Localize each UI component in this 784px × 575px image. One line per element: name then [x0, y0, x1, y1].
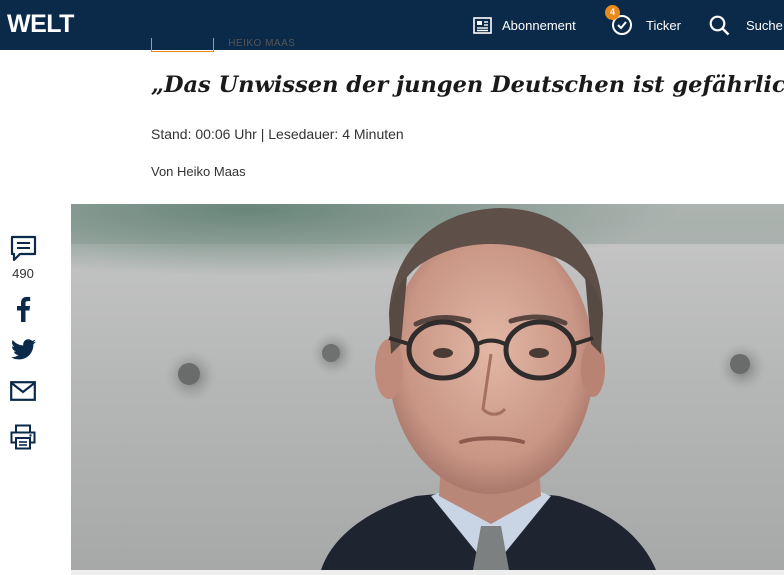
nav-search[interactable]: Suche: [709, 0, 783, 50]
clock-icon: 4: [605, 5, 633, 36]
photo-caption-bar: [71, 570, 784, 575]
article-photo: [71, 204, 784, 570]
category-kicker[interactable]: MEINUNG: [151, 38, 214, 52]
share-facebook-button[interactable]: [8, 296, 38, 327]
article-headline: „Das Unwissen der jungen Deutschen ist g…: [151, 72, 784, 98]
share-email-button[interactable]: [8, 381, 38, 406]
twitter-icon: [10, 339, 36, 365]
email-icon: [10, 381, 36, 406]
comments-button[interactable]: [8, 235, 38, 267]
kicker-row: MEINUNG HEIKO MAAS: [151, 38, 451, 56]
article-timestamp: Stand: 00:06 Uhr | Lesedauer: 4 Minuten: [151, 126, 404, 142]
print-button[interactable]: [8, 424, 38, 455]
welt-logo[interactable]: WELT: [7, 10, 74, 39]
article-byline: Von Heiko Maas: [151, 164, 246, 179]
ticker-badge: 4: [605, 5, 620, 20]
comment-count[interactable]: 490: [0, 266, 46, 281]
nav-ticker[interactable]: 4 Ticker: [605, 0, 681, 50]
nav-abonnement[interactable]: Abonnement: [473, 0, 576, 50]
nav-abonnement-label: Abonnement: [502, 17, 576, 33]
facebook-icon: [15, 296, 31, 327]
nav-ticker-label: Ticker: [646, 17, 681, 33]
share-twitter-button[interactable]: [8, 339, 38, 365]
search-icon: [709, 15, 730, 36]
author-tag[interactable]: HEIKO MAAS: [228, 38, 295, 49]
comment-icon: [10, 235, 37, 267]
print-icon: [10, 424, 36, 455]
nav-search-label: Suche: [746, 17, 783, 33]
newspaper-icon: [473, 16, 492, 34]
